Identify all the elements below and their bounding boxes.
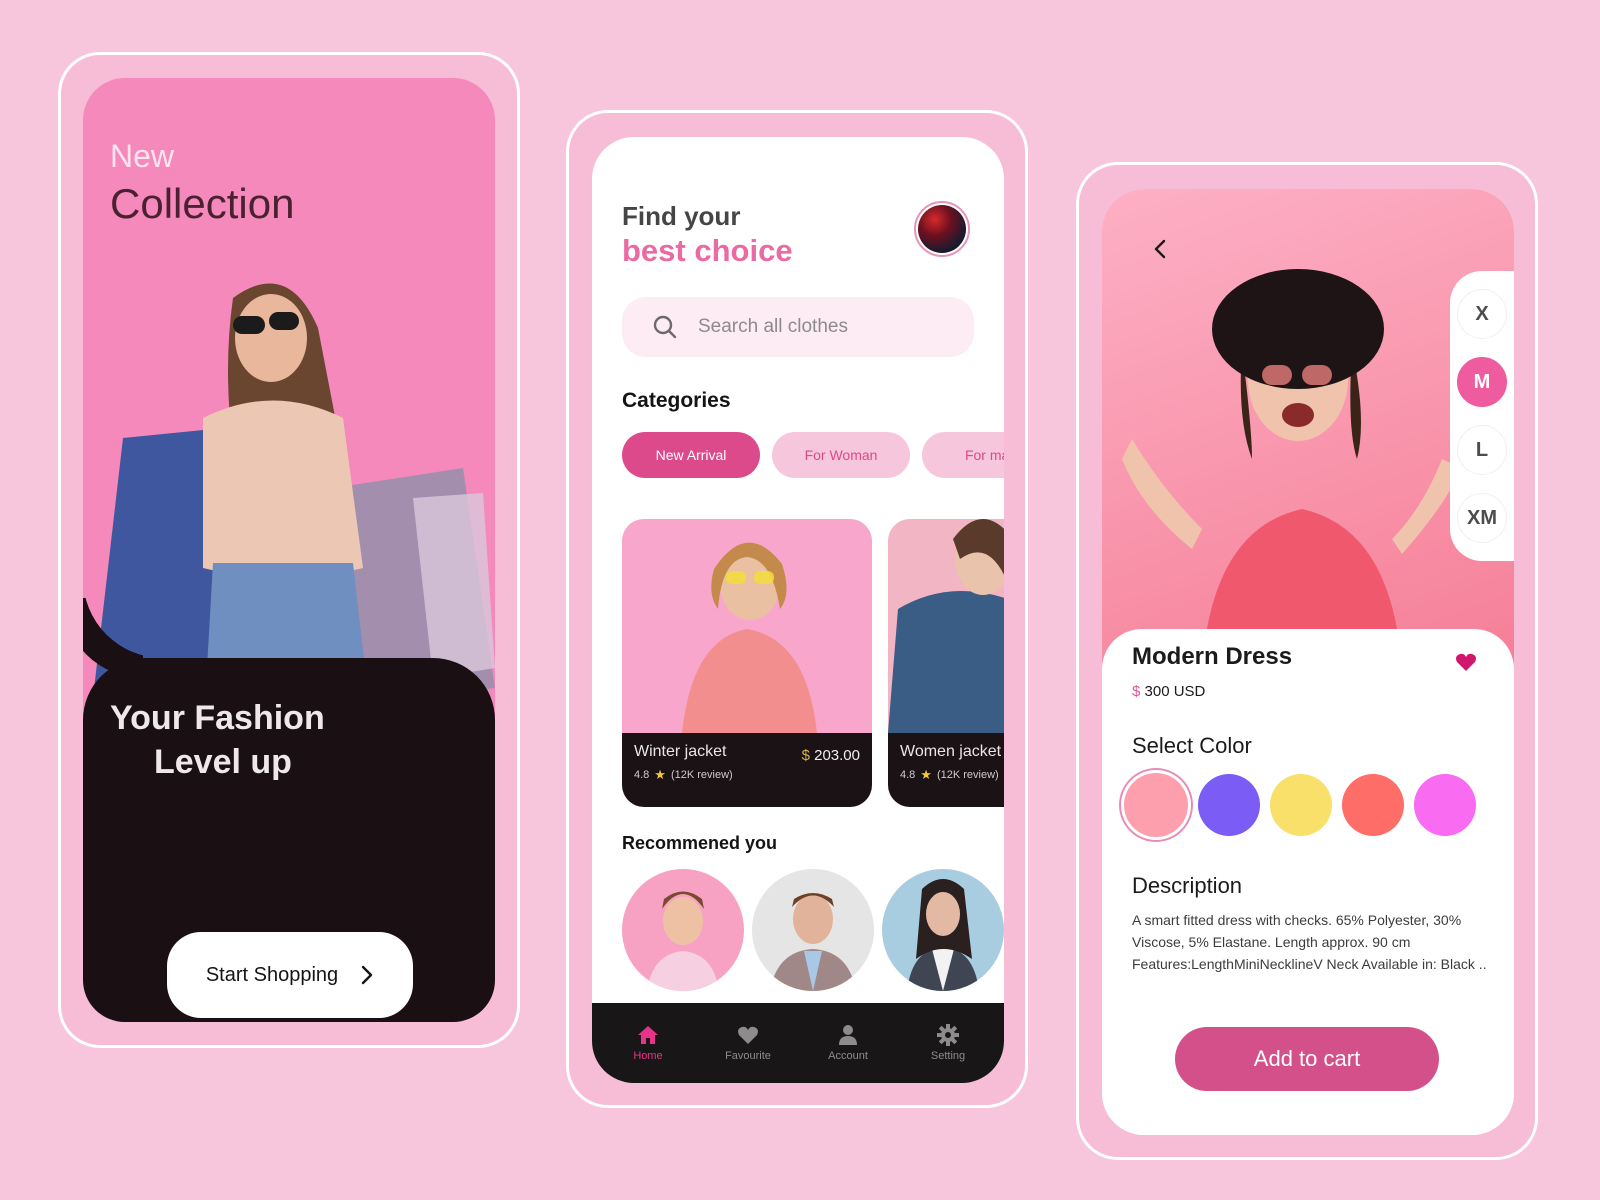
recommended-item[interactable] — [882, 869, 1004, 991]
user-icon — [839, 1025, 857, 1045]
color-swatch[interactable] — [1342, 774, 1404, 836]
heart-icon — [738, 1026, 758, 1044]
nav-item-account[interactable]: Account — [808, 1024, 888, 1062]
size-option-l[interactable]: L — [1457, 425, 1507, 475]
product-info: Women jacket 4.8 ★ (12K review) — [888, 733, 1004, 807]
heart-icon — [1456, 653, 1476, 671]
nav-item-setting[interactable]: Setting — [908, 1024, 988, 1062]
nav-item-home[interactable]: Home — [608, 1024, 688, 1062]
search-bar[interactable] — [622, 297, 974, 357]
category-chip-for-woman[interactable]: For Woman — [772, 432, 910, 478]
recommended-title: Recommened you — [622, 833, 778, 853]
recommended-item[interactable] — [622, 869, 744, 991]
category-chip-for-man[interactable]: For man — [922, 432, 1004, 478]
title-large: Collection — [110, 180, 295, 227]
color-swatch[interactable] — [1124, 773, 1188, 837]
description-text: A smart fitted dress with checks. 65% Po… — [1132, 912, 1487, 972]
product-detail-screen: X M L XM Modern Dress $ 300 USD Select C… — [1102, 189, 1514, 1135]
profile-avatar[interactable] — [914, 201, 970, 257]
bottom-navigation: Home Favourite Account Setting — [592, 1003, 1004, 1083]
product-info: Winter jacket $ 203.00 4.8 ★ (12K review… — [622, 733, 872, 807]
star-icon: ★ — [920, 767, 932, 782]
color-swatches — [1124, 773, 1476, 837]
recommended-item[interactable] — [752, 869, 874, 991]
price-value: 203.00 — [814, 747, 860, 764]
gear-icon — [937, 1024, 959, 1046]
recommended-image-girl — [622, 869, 744, 991]
search-icon — [653, 315, 677, 339]
chevron-left-icon — [1154, 239, 1166, 259]
recommended-image-woman — [882, 869, 1004, 991]
title-small: New — [110, 138, 175, 174]
heading-line2: best choice — [622, 233, 793, 268]
product-price: $ 203.00 — [802, 747, 860, 764]
tagline: Your Fashion Level up — [110, 696, 325, 784]
onboarding-bottom-panel: Your Fashion Level up Start Shopping — [83, 658, 495, 1022]
favorite-button[interactable] — [1454, 651, 1478, 678]
product-card[interactable]: Winter jacket $ 203.00 4.8 ★ (12K review… — [622, 519, 872, 807]
category-chips: New Arrival For Woman For man — [622, 432, 1004, 478]
product-image-women-jacket — [888, 519, 1004, 733]
onboarding-screen: New Collection Your Fashion Level up Sta… — [83, 78, 495, 1022]
category-chip-new-arrival[interactable]: New Arrival — [622, 432, 760, 478]
description-title: Description — [1132, 873, 1243, 898]
nav-label: Home — [633, 1050, 663, 1062]
recommended-image-man — [752, 869, 874, 991]
product-name: Women jacket — [900, 743, 1002, 760]
chevron-right-icon — [361, 965, 373, 985]
rating-value: 4.8 — [634, 769, 650, 781]
size-option-x[interactable]: X — [1457, 289, 1507, 339]
size-selector: X M L XM — [1450, 271, 1514, 561]
nav-item-favourite[interactable]: Favourite — [708, 1024, 788, 1062]
color-swatch[interactable] — [1270, 774, 1332, 836]
start-shopping-label: Start Shopping — [205, 963, 339, 986]
categories-title: Categories — [622, 389, 731, 412]
product-rating: 4.8 ★ (12K review) — [634, 767, 860, 783]
review-count: (12K review) — [936, 769, 999, 781]
currency-symbol: $ — [1132, 683, 1141, 700]
currency-symbol: $ — [801, 747, 810, 764]
nav-label: Account — [828, 1050, 868, 1062]
star-icon: ★ — [654, 767, 666, 782]
product-card[interactable]: Women jacket 4.8 ★ (12K review) — [888, 519, 1004, 807]
size-option-m[interactable]: M — [1457, 357, 1507, 407]
price-value: 300 USD — [1144, 683, 1206, 700]
add-to-cart-button[interactable]: Add to cart — [1175, 1027, 1439, 1091]
product-rating: 4.8 ★ (12K review) — [900, 767, 1004, 783]
product-name: Modern Dress — [1132, 643, 1293, 670]
home-screen: Find your best choice Categories New Arr… — [592, 137, 1004, 1083]
color-swatch[interactable] — [1198, 774, 1260, 836]
tagline-line2: Level up — [154, 743, 292, 781]
back-button[interactable] — [1152, 237, 1168, 267]
search-input[interactable] — [698, 316, 928, 338]
product-carousel: Winter jacket $ 203.00 4.8 ★ (12K review… — [622, 519, 1004, 807]
review-count: (12K review) — [670, 769, 733, 781]
size-option-xm[interactable]: XM — [1457, 493, 1507, 543]
product-image-winter-jacket — [622, 519, 872, 733]
home-icon — [638, 1026, 658, 1044]
nav-label: Setting — [930, 1050, 966, 1062]
heading-line1: Find your — [622, 201, 741, 231]
product-details-sheet: Modern Dress $ 300 USD Select Color Desc… — [1102, 629, 1514, 1135]
product-price: $ 300 USD — [1132, 683, 1205, 700]
nav-label: Favourite — [725, 1050, 771, 1062]
color-swatch[interactable] — [1414, 774, 1476, 836]
select-color-title: Select Color — [1132, 733, 1252, 758]
start-shopping-button[interactable]: Start Shopping — [167, 932, 413, 1018]
tagline-line1: Your Fashion — [110, 699, 325, 737]
rating-value: 4.8 — [900, 769, 916, 781]
recommended-list — [622, 869, 1004, 991]
